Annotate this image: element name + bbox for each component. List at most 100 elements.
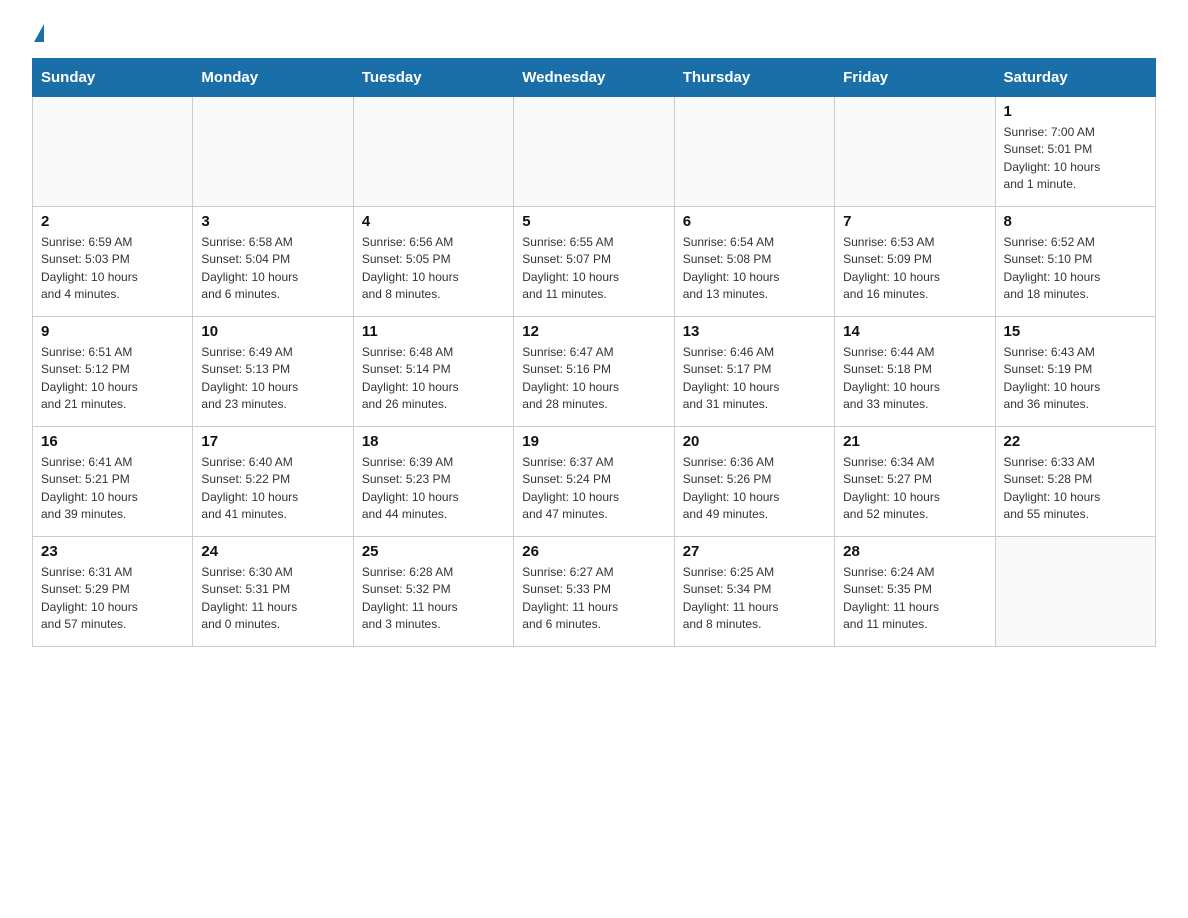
day-number: 9: [41, 323, 184, 340]
day-number: 24: [201, 543, 344, 560]
day-info: Sunrise: 6:53 AM Sunset: 5:09 PM Dayligh…: [843, 234, 986, 304]
calendar-cell: 4 Sunrise: 6:56 AM Sunset: 5:05 PM Daylig…: [353, 207, 513, 317]
day-info: Sunrise: 6:30 AM Sunset: 5:31 PM Dayligh…: [201, 564, 344, 634]
calendar-week-3: 9 Sunrise: 6:51 AM Sunset: 5:12 PM Daylig…: [33, 317, 1156, 427]
calendar-cell: 23 Sunrise: 6:31 AM Sunset: 5:29 PM Dayli…: [33, 537, 193, 647]
day-info: Sunrise: 6:33 AM Sunset: 5:28 PM Dayligh…: [1004, 454, 1147, 524]
calendar-cell: 20 Sunrise: 6:36 AM Sunset: 5:26 PM Dayli…: [674, 427, 834, 537]
day-info: Sunrise: 6:37 AM Sunset: 5:24 PM Dayligh…: [522, 454, 665, 524]
day-number: 28: [843, 543, 986, 560]
calendar-cell: 26Sunrise: 6:27 AM Sunset: 5:33 PM Dayli…: [514, 537, 674, 647]
weekday-header-friday: Friday: [835, 59, 995, 97]
calendar-cell: 28 Sunrise: 6:24 AM Sunset: 5:35 PM Dayli…: [835, 537, 995, 647]
day-info: Sunrise: 6:55 AM Sunset: 5:07 PM Dayligh…: [522, 234, 665, 304]
day-number: 19: [522, 433, 665, 450]
calendar-cell: 24 Sunrise: 6:30 AM Sunset: 5:31 PM Dayli…: [193, 537, 353, 647]
day-info: Sunrise: 6:31 AM Sunset: 5:29 PM Dayligh…: [41, 564, 184, 634]
calendar-cell: 25 Sunrise: 6:28 AM Sunset: 5:32 PM Dayli…: [353, 537, 513, 647]
day-number: 3: [201, 213, 344, 230]
calendar-cell: 15 Sunrise: 6:43 AM Sunset: 5:19 PM Dayli…: [995, 317, 1155, 427]
day-info: Sunrise: 7:00 AM Sunset: 5:01 PM Dayligh…: [1004, 124, 1147, 194]
calendar-cell: 2 Sunrise: 6:59 AM Sunset: 5:03 PM Daylig…: [33, 207, 193, 317]
calendar-cell: 3Sunrise: 6:58 AM Sunset: 5:04 PM Daylig…: [193, 207, 353, 317]
day-info: Sunrise: 6:59 AM Sunset: 5:03 PM Dayligh…: [41, 234, 184, 304]
calendar-cell: 17Sunrise: 6:40 AM Sunset: 5:22 PM Dayli…: [193, 427, 353, 537]
weekday-header-tuesday: Tuesday: [353, 59, 513, 97]
weekday-header-wednesday: Wednesday: [514, 59, 674, 97]
calendar-cell: 9 Sunrise: 6:51 AM Sunset: 5:12 PM Daylig…: [33, 317, 193, 427]
day-info: Sunrise: 6:34 AM Sunset: 5:27 PM Dayligh…: [843, 454, 986, 524]
weekday-header-row: SundayMondayTuesdayWednesdayThursdayFrid…: [33, 59, 1156, 97]
day-info: Sunrise: 6:40 AM Sunset: 5:22 PM Dayligh…: [201, 454, 344, 524]
day-number: 15: [1004, 323, 1147, 340]
day-info: Sunrise: 6:54 AM Sunset: 5:08 PM Dayligh…: [683, 234, 826, 304]
day-number: 26: [522, 543, 665, 560]
calendar-cell: 18Sunrise: 6:39 AM Sunset: 5:23 PM Dayli…: [353, 427, 513, 537]
calendar-cell: 1 Sunrise: 7:00 AM Sunset: 5:01 PM Daylig…: [995, 97, 1155, 207]
calendar-cell: [674, 97, 834, 207]
page-header: [32, 24, 1156, 42]
logo: [32, 24, 46, 42]
weekday-header-thursday: Thursday: [674, 59, 834, 97]
day-info: Sunrise: 6:43 AM Sunset: 5:19 PM Dayligh…: [1004, 344, 1147, 414]
calendar-cell: [193, 97, 353, 207]
day-number: 5: [522, 213, 665, 230]
calendar-table: SundayMondayTuesdayWednesdayThursdayFrid…: [32, 58, 1156, 647]
day-info: Sunrise: 6:51 AM Sunset: 5:12 PM Dayligh…: [41, 344, 184, 414]
day-number: 21: [843, 433, 986, 450]
calendar-cell: 11 Sunrise: 6:48 AM Sunset: 5:14 PM Dayli…: [353, 317, 513, 427]
day-number: 2: [41, 213, 184, 230]
day-number: 20: [683, 433, 826, 450]
day-info: Sunrise: 6:56 AM Sunset: 5:05 PM Dayligh…: [362, 234, 505, 304]
weekday-header-sunday: Sunday: [33, 59, 193, 97]
calendar-cell: [514, 97, 674, 207]
day-number: 6: [683, 213, 826, 230]
day-number: 8: [1004, 213, 1147, 230]
day-number: 10: [201, 323, 344, 340]
calendar-cell: 27Sunrise: 6:25 AM Sunset: 5:34 PM Dayli…: [674, 537, 834, 647]
day-info: Sunrise: 6:48 AM Sunset: 5:14 PM Dayligh…: [362, 344, 505, 414]
day-number: 25: [362, 543, 505, 560]
calendar-cell: [835, 97, 995, 207]
calendar-cell: 5 Sunrise: 6:55 AM Sunset: 5:07 PM Daylig…: [514, 207, 674, 317]
day-info: Sunrise: 6:52 AM Sunset: 5:10 PM Dayligh…: [1004, 234, 1147, 304]
day-info: Sunrise: 6:39 AM Sunset: 5:23 PM Dayligh…: [362, 454, 505, 524]
day-info: Sunrise: 6:36 AM Sunset: 5:26 PM Dayligh…: [683, 454, 826, 524]
day-number: 16: [41, 433, 184, 450]
day-number: 12: [522, 323, 665, 340]
day-info: Sunrise: 6:41 AM Sunset: 5:21 PM Dayligh…: [41, 454, 184, 524]
calendar-cell: 12 Sunrise: 6:47 AM Sunset: 5:16 PM Dayli…: [514, 317, 674, 427]
day-number: 7: [843, 213, 986, 230]
calendar-week-1: 1 Sunrise: 7:00 AM Sunset: 5:01 PM Daylig…: [33, 97, 1156, 207]
calendar-cell: 19 Sunrise: 6:37 AM Sunset: 5:24 PM Dayli…: [514, 427, 674, 537]
day-number: 11: [362, 323, 505, 340]
day-number: 4: [362, 213, 505, 230]
calendar-week-5: 23 Sunrise: 6:31 AM Sunset: 5:29 PM Dayli…: [33, 537, 1156, 647]
calendar-cell: 14 Sunrise: 6:44 AM Sunset: 5:18 PM Dayli…: [835, 317, 995, 427]
day-info: Sunrise: 6:47 AM Sunset: 5:16 PM Dayligh…: [522, 344, 665, 414]
calendar-cell: [995, 537, 1155, 647]
logo-triangle-icon: [34, 24, 44, 42]
calendar-cell: 22 Sunrise: 6:33 AM Sunset: 5:28 PM Dayli…: [995, 427, 1155, 537]
calendar-week-4: 16 Sunrise: 6:41 AM Sunset: 5:21 PM Dayli…: [33, 427, 1156, 537]
day-number: 14: [843, 323, 986, 340]
day-number: 13: [683, 323, 826, 340]
weekday-header-monday: Monday: [193, 59, 353, 97]
day-info: Sunrise: 6:24 AM Sunset: 5:35 PM Dayligh…: [843, 564, 986, 634]
calendar-cell: 16 Sunrise: 6:41 AM Sunset: 5:21 PM Dayli…: [33, 427, 193, 537]
day-info: Sunrise: 6:25 AM Sunset: 5:34 PM Dayligh…: [683, 564, 826, 634]
calendar-cell: [33, 97, 193, 207]
weekday-header-saturday: Saturday: [995, 59, 1155, 97]
day-number: 22: [1004, 433, 1147, 450]
day-number: 23: [41, 543, 184, 560]
calendar-cell: 10 Sunrise: 6:49 AM Sunset: 5:13 PM Dayli…: [193, 317, 353, 427]
day-info: Sunrise: 6:44 AM Sunset: 5:18 PM Dayligh…: [843, 344, 986, 414]
calendar-week-2: 2 Sunrise: 6:59 AM Sunset: 5:03 PM Daylig…: [33, 207, 1156, 317]
calendar-cell: 21 Sunrise: 6:34 AM Sunset: 5:27 PM Dayli…: [835, 427, 995, 537]
calendar-cell: 6 Sunrise: 6:54 AM Sunset: 5:08 PM Daylig…: [674, 207, 834, 317]
day-info: Sunrise: 6:28 AM Sunset: 5:32 PM Dayligh…: [362, 564, 505, 634]
calendar-cell: [353, 97, 513, 207]
day-info: Sunrise: 6:49 AM Sunset: 5:13 PM Dayligh…: [201, 344, 344, 414]
calendar-cell: 8 Sunrise: 6:52 AM Sunset: 5:10 PM Daylig…: [995, 207, 1155, 317]
day-number: 1: [1004, 103, 1147, 120]
